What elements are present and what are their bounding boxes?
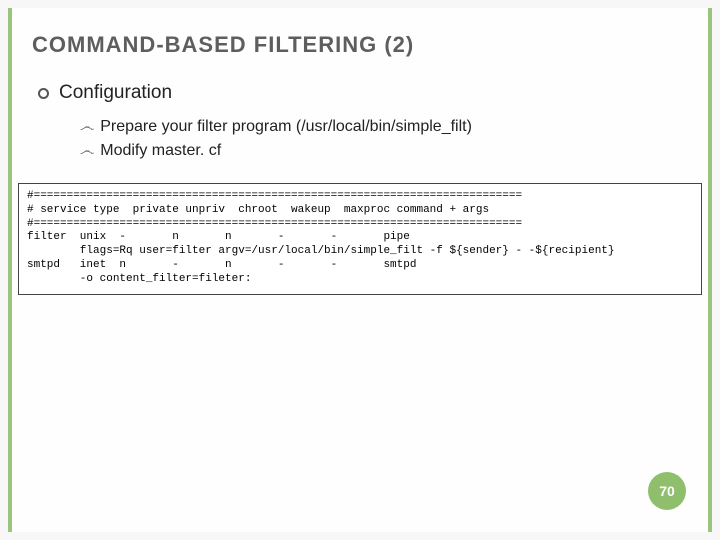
- page-number: 70: [659, 483, 675, 499]
- list-item: ෴ Prepare your filter program (/usr/loca…: [80, 116, 688, 138]
- section-label: Configuration: [59, 82, 172, 104]
- slide: COMMAND-BASED FILTERING (2) Configuratio…: [8, 8, 712, 532]
- subitem-text: Modify master. cf: [100, 140, 221, 162]
- subitem-list: ෴ Prepare your filter program (/usr/loca…: [80, 116, 688, 161]
- slide-title: COMMAND-BASED FILTERING (2): [32, 32, 688, 58]
- swirl-bullet-icon: ෴: [80, 142, 94, 159]
- page-number-badge: 70: [648, 472, 686, 510]
- subitem-text: Prepare your filter program (/usr/local/…: [100, 116, 472, 138]
- section-row: Configuration: [38, 82, 688, 104]
- ring-bullet-icon: [38, 88, 49, 99]
- list-item: ෴ Modify master. cf: [80, 140, 688, 162]
- code-block: #=======================================…: [18, 183, 702, 295]
- swirl-bullet-icon: ෴: [80, 118, 94, 135]
- title-text: COMMAND-BASED FILTERING (2): [32, 32, 414, 57]
